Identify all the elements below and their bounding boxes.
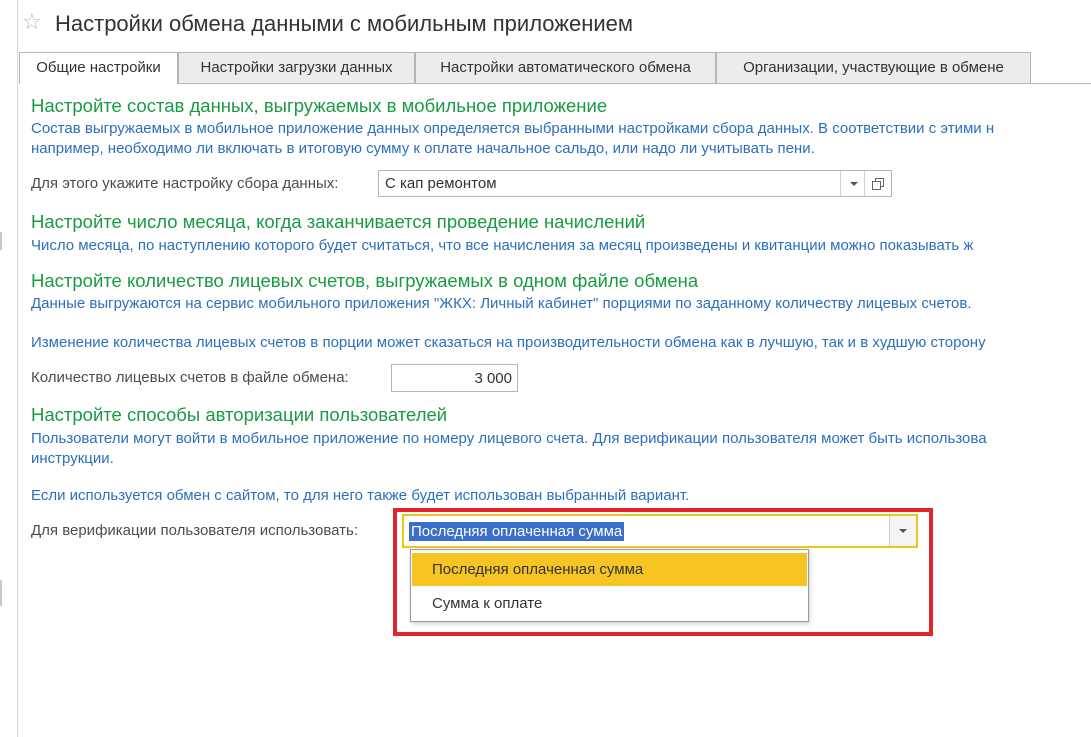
tab-bar: Общие настройки Настройки загрузки данны… (19, 52, 1091, 84)
collection-setting-field[interactable]: С кап ремонтом (378, 170, 892, 197)
option-amount-due[interactable]: Сумма к оплате (412, 587, 807, 620)
chevron-down-icon[interactable] (840, 171, 865, 196)
edge-marker (0, 580, 2, 606)
authorization-description-3: Если используется обмен с сайтом, то для… (31, 487, 690, 504)
chevron-down-icon[interactable] (889, 516, 916, 546)
accounts-count-label: Количество лицевых счетов в файле обмена… (31, 369, 349, 386)
tab-data-loading-settings[interactable]: Настройки загрузки данных (178, 52, 415, 83)
option-last-paid-amount[interactable]: Последняя оплаченная сумма (412, 553, 807, 586)
collection-setting-label: Для этого укажите настройку сбора данных… (31, 175, 339, 192)
edge-marker (0, 232, 2, 250)
data-composition-description: Состав выгружаемых в мобильное приложени… (31, 120, 995, 137)
accounts-count-input[interactable]: 3 000 (391, 364, 518, 392)
left-panel-edge (0, 0, 18, 737)
accounts-count-value: 3 000 (474, 370, 512, 387)
verification-options-list: Последняя оплаченная сумма Сумма к оплат… (410, 549, 809, 622)
open-form-icon[interactable] (864, 171, 891, 196)
authorization-description: Пользователи могут войти в мобильное при… (31, 430, 987, 447)
section-heading-authorization: Настройте способы авторизации пользовате… (31, 404, 448, 425)
authorization-description-2: инструкции. (31, 450, 114, 467)
verification-method-select[interactable]: Последняя оплаченная сумма (402, 514, 918, 548)
verification-method-label: Для верификации пользователя использоват… (31, 522, 358, 539)
section-heading-accounts-count: Настройте количество лицевых счетов, выг… (31, 270, 699, 291)
page-title: Настройки обмена данными с мобильным при… (55, 11, 634, 36)
accounts-count-description-2: Изменение количества лицевых счетов в по… (31, 334, 986, 351)
accounts-count-description: Данные выгружаются на сервис мобильного … (31, 295, 972, 312)
tab-auto-exchange-settings[interactable]: Настройки автоматического обмена (415, 52, 716, 83)
data-composition-description-2: например, необходимо ли включать в итого… (31, 140, 815, 157)
tab-organizations[interactable]: Организации, участвующие в обмене (716, 52, 1031, 83)
verification-method-value: Последняя оплаченная сумма (409, 522, 625, 541)
accrual-day-description: Число месяца, по наступлению которого бу… (31, 237, 974, 254)
section-heading-accrual-day: Настройте число месяца, когда заканчивае… (31, 211, 646, 232)
tab-general-settings[interactable]: Общие настройки (19, 52, 178, 84)
star-icon[interactable]: ☆ (22, 11, 42, 35)
collection-setting-value: С кап ремонтом (385, 175, 497, 192)
section-heading-data-composition: Настройте состав данных, выгружаемых в м… (31, 95, 608, 116)
